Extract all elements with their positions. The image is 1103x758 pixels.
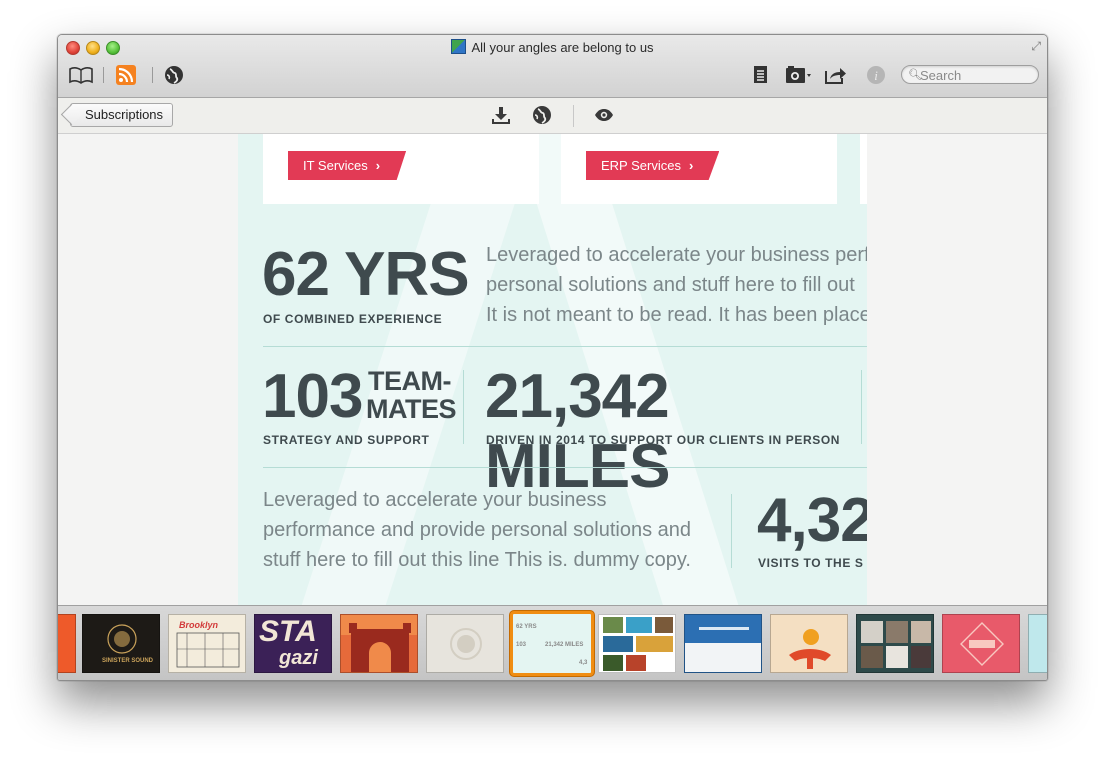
service-card-partial [860, 134, 867, 204]
stat-divider [861, 370, 862, 444]
article-filmstrip: SINISTER SOUND Brooklyn STA gazi 62 YRS … [58, 605, 1047, 680]
stat-teammates-value: 103 [262, 362, 363, 431]
info-icon[interactable]: i [866, 65, 886, 85]
service-card: ERP Services › [561, 134, 837, 204]
stat-divider [463, 370, 464, 444]
article-page: IT Services › ERP Services › 62 YRS OF COM… [238, 134, 867, 605]
stat-teammates-word-bottom: MATES [366, 394, 457, 424]
stat-miles-caption: DRIVEN IN 2014 TO SUPPORT OUR CLIENTS IN… [486, 433, 841, 447]
title-toolbar: All your angles are belong to us ⤢ i 🔍︎ … [58, 35, 1047, 98]
app-window: All your angles are belong to us ⤢ i 🔍︎ … [57, 34, 1048, 681]
website-layout-icon [685, 615, 761, 672]
thumbnail-dark-gallery[interactable] [856, 614, 934, 673]
subscriptions-back-label: Subscriptions [85, 107, 164, 122]
it-services-button[interactable]: IT Services › [288, 151, 407, 180]
it-services-label: IT Services [303, 158, 368, 173]
toolbar-separator [152, 67, 153, 83]
paragraph-line: stuff here to fill out this line This is… [263, 549, 691, 571]
thumbnail-stay-gazi[interactable]: STA gazi [254, 614, 332, 673]
thumbnail-blue-site[interactable] [684, 614, 762, 673]
thumbnail-sinister-sound[interactable]: SINISTER SOUND [82, 614, 160, 673]
thumbnail-caption: 4,3 [579, 660, 588, 666]
search-icon: 🔍︎ [908, 69, 922, 81]
stat-years-value: 62 YRS [262, 240, 470, 309]
stat-teammates-word-top: TEAM- [368, 366, 451, 396]
intro-paragraph: Leveraged to accelerate your business pe… [486, 240, 867, 330]
site-favicon-icon [451, 39, 467, 54]
globe-icon[interactable] [164, 65, 184, 85]
thumbnail-caption: 103 [516, 642, 527, 648]
paragraph-line: personal solutions and stuff here to fil… [486, 274, 855, 296]
thumbnail-caption: 62 YRS [516, 624, 537, 630]
section-divider [263, 467, 867, 468]
paragraph-line: performance and provide personal solutio… [263, 519, 692, 541]
thumbnail-travel-collage[interactable] [598, 614, 676, 673]
share-icon[interactable] [824, 65, 848, 85]
eye-preview-icon[interactable] [594, 105, 614, 125]
hand-with-fruit-illustration-icon [789, 629, 831, 669]
gateway-illustration-icon [341, 615, 417, 672]
chevron-right-icon: › [688, 158, 694, 173]
paragraph-line: Leveraged to accelerate your business pe… [486, 244, 867, 266]
erp-services-label: ERP Services [601, 158, 681, 173]
open-in-browser-globe-icon[interactable] [532, 105, 552, 125]
subscriptions-back-button[interactable]: Subscriptions [70, 103, 174, 127]
open-book-icon[interactable] [68, 65, 94, 85]
emblem-seal-icon [450, 628, 482, 660]
rss-feed-icon[interactable] [116, 65, 136, 85]
svg-text:i: i [874, 68, 878, 83]
subscription-bar: Subscriptions [58, 98, 1047, 134]
thumbnail-teal-partial[interactable] [1028, 614, 1047, 673]
details-paragraph: Leveraged to accelerate your business pe… [263, 485, 691, 575]
thumbnail-india-gate[interactable] [340, 614, 418, 673]
screenshot-camera-icon[interactable] [784, 65, 814, 85]
thumbnail-caption: Brooklyn [179, 620, 219, 630]
chevron-right-icon: › [375, 158, 381, 173]
stat-visits-value: 4,32 [757, 486, 867, 555]
service-card: IT Services › [263, 134, 539, 204]
sinister-sound-emblem-icon [107, 624, 137, 654]
thumbnail-caption: STA [259, 615, 317, 648]
stat-teammates-caption: STRATEGY AND SUPPORT [263, 433, 430, 447]
window-title-text: All your angles are belong to us [471, 40, 654, 55]
thumbnail-current-article[interactable]: 62 YRS 103 21,342 MILES 4,3 [510, 611, 594, 676]
stat-years-caption: OF COMBINED EXPERIENCE [263, 312, 443, 326]
window-title: All your angles are belong to us [58, 39, 1047, 55]
toolbar-separator [103, 67, 104, 83]
stat-visits-caption: VISITS TO THE S [758, 556, 864, 570]
reading-list-icon[interactable] [752, 65, 770, 85]
download-icon[interactable] [491, 105, 511, 125]
stat-miles-value: 21,342 MILES [485, 362, 670, 501]
thumbnail-caption: SINISTER SOUND [102, 658, 154, 664]
gallery-grid-icon [861, 621, 931, 668]
thumbnail-pink-badge[interactable] [942, 614, 1020, 673]
thumbnail-orange[interactable] [58, 614, 76, 673]
stat-divider [731, 494, 732, 568]
subbar-separator [573, 105, 574, 127]
paragraph-line: Leveraged to accelerate your business [263, 489, 607, 511]
article-viewport[interactable]: IT Services › ERP Services › 62 YRS OF COM… [58, 134, 1047, 605]
fullscreen-icon[interactable]: ⤢ [1031, 39, 1041, 54]
section-divider [263, 346, 867, 347]
search-input[interactable]: 🔍︎ Search [901, 65, 1039, 84]
photo-collage-icon [603, 617, 673, 671]
search-placeholder: Search [920, 68, 962, 83]
erp-services-button[interactable]: ERP Services › [586, 151, 720, 180]
ornamental-badge-icon [960, 622, 1004, 666]
thumbnail-emblem[interactable] [426, 614, 504, 673]
thumbnail-caption: 21,342 MILES [545, 642, 584, 648]
thumbnail-brooklyn[interactable]: Brooklyn [168, 614, 246, 673]
paragraph-line: It is not meant to be read. It has been … [486, 304, 867, 326]
thumbnail-hand-fruit[interactable] [770, 614, 848, 673]
thumbnail-caption: gazi [279, 647, 318, 669]
